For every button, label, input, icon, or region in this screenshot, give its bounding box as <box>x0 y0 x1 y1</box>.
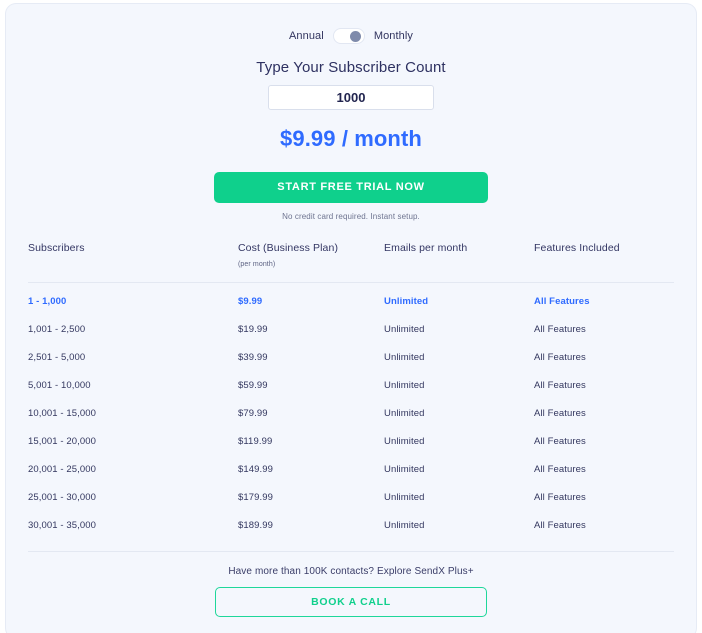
start-free-trial-button[interactable]: START FREE TRIAL NOW <box>214 172 488 203</box>
cell-cost: $59.99 <box>238 380 268 392</box>
column-header-features: Features Included <box>534 242 620 254</box>
cell-features: All Features <box>534 520 586 532</box>
cell-subscribers: 30,001 - 35,000 <box>28 520 97 532</box>
table-row[interactable]: 20,001 - 25,000 $149.99 Unlimited All Featu… <box>28 456 674 484</box>
cell-features: All Features <box>534 408 586 420</box>
pricing-page: Annual Monthly Type Your Subscriber Coun… <box>0 0 702 633</box>
table-row[interactable]: 25,001 - 30,000 $179.99 Unlimited All Featu… <box>28 484 674 512</box>
cell-subscribers: 10,001 - 15,000 <box>28 408 97 420</box>
cell-cost: $179.99 <box>238 492 274 504</box>
table-row[interactable]: 1,001 - 2,500 $19.99 Unlimited All Features <box>28 316 674 344</box>
table-row[interactable]: 2,501 - 5,000 $39.99 Unlimited All Features <box>28 344 674 372</box>
billing-toggle-knob[interactable] <box>349 30 361 42</box>
column-header-subscribers: Subscribers <box>28 242 85 254</box>
cell-emails: Unlimited <box>384 436 425 448</box>
subscriber-count-heading: Type Your Subscriber Count <box>256 59 446 76</box>
column-header-cost-label: Cost (Business Plan) <box>238 242 339 254</box>
cell-emails: Unlimited <box>384 352 425 364</box>
billing-toggle[interactable]: Annual Monthly <box>6 4 696 44</box>
cell-emails: Unlimited <box>384 380 425 392</box>
cell-cost: $19.99 <box>238 324 268 336</box>
footer-divider <box>28 550 674 552</box>
cell-cost: $79.99 <box>238 408 268 420</box>
price-display: $9.99 / month <box>280 126 422 151</box>
cell-cost: $189.99 <box>238 520 274 532</box>
subscriber-count-input-wrap <box>6 85 696 110</box>
cell-features: All Features <box>534 352 586 364</box>
cell-subscribers: 25,001 - 30,000 <box>28 492 97 504</box>
cell-features: All Features <box>534 380 586 392</box>
billing-toggle-switch[interactable] <box>332 28 365 44</box>
cell-subscribers: 1,001 - 2,500 <box>28 324 86 336</box>
cell-subscribers: 15,001 - 20,000 <box>28 436 97 448</box>
cell-features: All Features <box>534 436 586 448</box>
billing-toggle-monthly-label[interactable]: Monthly <box>374 30 413 42</box>
book-call-cta-wrap: BOOK A CALL <box>6 586 696 617</box>
cell-emails: Unlimited <box>384 296 429 308</box>
cell-features: All Features <box>534 492 586 504</box>
table-row[interactable]: 10,001 - 15,000 $79.99 Unlimited All Featur… <box>28 400 674 428</box>
start-trial-cta-wrap: START FREE TRIAL NOW <box>6 172 696 203</box>
cell-features: All Features <box>534 296 590 308</box>
cell-cost: $149.99 <box>238 464 274 476</box>
cell-emails: Unlimited <box>384 492 425 504</box>
billing-toggle-annual-label[interactable]: Annual <box>289 30 324 42</box>
cell-subscribers: 20,001 - 25,000 <box>28 464 97 476</box>
pricing-card: Annual Monthly Type Your Subscriber Coun… <box>6 4 696 633</box>
cell-cost: $119.99 <box>238 436 273 448</box>
table-body: 1 - 1,000 $9.99 Unlimited All Features 1,001… <box>28 283 674 540</box>
table-header-row: Subscribers Cost (Business Plan) (per mo… <box>28 242 674 282</box>
cell-subscribers: 1 - 1,000 <box>28 296 67 308</box>
table-row[interactable]: 5,001 - 10,000 $59.99 Unlimited All Feature… <box>28 372 674 400</box>
cell-emails: Unlimited <box>384 324 425 336</box>
table-row[interactable]: 15,001 - 20,000 $119.99 Unlimited All Featu… <box>28 428 674 456</box>
table-row[interactable]: 30,001 - 35,000 $189.99 Unlimited All Featu… <box>28 512 674 540</box>
cell-features: All Features <box>534 464 586 476</box>
table-row[interactable]: 1 - 1,000 $9.99 Unlimited All Features <box>28 288 674 316</box>
cell-subscribers: 5,001 - 10,000 <box>28 380 91 392</box>
cell-cost: $9.99 <box>238 296 263 308</box>
cell-emails: Unlimited <box>384 464 425 476</box>
column-header-emails: Emails per month <box>384 242 468 254</box>
book-a-call-button[interactable]: BOOK A CALL <box>215 586 487 617</box>
cell-subscribers: 2,501 - 5,000 <box>28 352 86 364</box>
cell-cost: $39.99 <box>238 352 268 364</box>
cell-emails: Unlimited <box>384 408 425 420</box>
subscriber-count-input[interactable] <box>268 85 434 110</box>
pricing-table: Subscribers Cost (Business Plan) (per mo… <box>6 242 696 540</box>
enterprise-note: Have more than 100K contacts? Explore Se… <box>228 565 474 577</box>
column-header-cost-sublabel: (per month) <box>238 261 276 269</box>
column-header-cost: Cost (Business Plan) (per month) <box>238 242 384 270</box>
start-trial-note: No credit card required. Instant setup. <box>282 212 420 221</box>
cell-features: All Features <box>534 324 586 336</box>
cell-emails: Unlimited <box>384 520 425 532</box>
